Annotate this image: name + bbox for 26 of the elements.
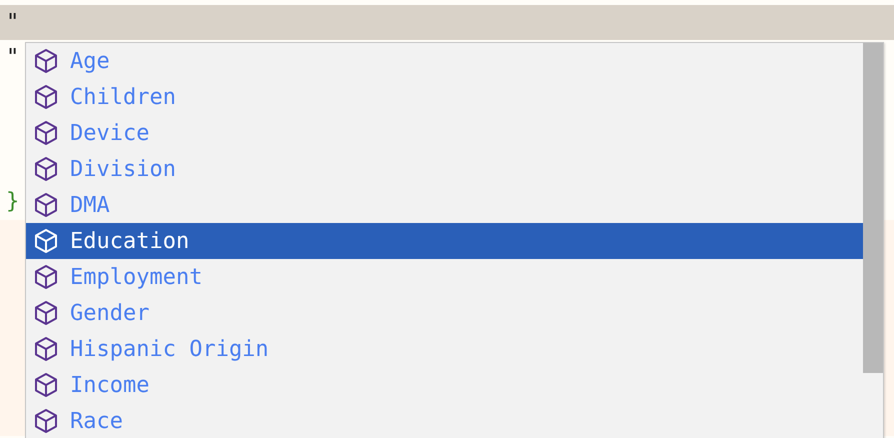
- code-text: ": [6, 47, 20, 69]
- suggestion-item[interactable]: Income: [26, 367, 863, 403]
- cube-icon: [33, 264, 59, 290]
- suggestion-item[interactable]: Employment: [26, 259, 863, 295]
- code-text: ": [6, 12, 20, 34]
- suggestion-item[interactable]: Division: [26, 151, 863, 187]
- cube-icon: [33, 192, 59, 218]
- suggestion-item[interactable]: Device: [26, 115, 863, 151]
- cube-icon: [33, 48, 59, 74]
- cube-icon: [33, 336, 59, 362]
- cube-icon: [33, 408, 59, 434]
- code-text: }: [6, 191, 20, 213]
- suggestion-item[interactable]: DMA: [26, 187, 863, 223]
- scrollbar[interactable]: [863, 43, 883, 373]
- cube-icon: [33, 120, 59, 146]
- suggestion-item[interactable]: Race: [26, 403, 863, 438]
- cube-icon: [33, 300, 59, 326]
- cube-icon: [33, 228, 59, 254]
- cube-icon: [33, 84, 59, 110]
- suggestion-item[interactable]: Hispanic Origin: [26, 331, 863, 367]
- cube-icon: [33, 372, 59, 398]
- suggestion-item[interactable]: Gender: [26, 295, 863, 331]
- cube-icon: [33, 156, 59, 182]
- suggestion-item[interactable]: Children: [26, 79, 863, 115]
- suggestion-item[interactable]: Education: [26, 223, 863, 259]
- suggestion-item[interactable]: Age: [26, 43, 863, 79]
